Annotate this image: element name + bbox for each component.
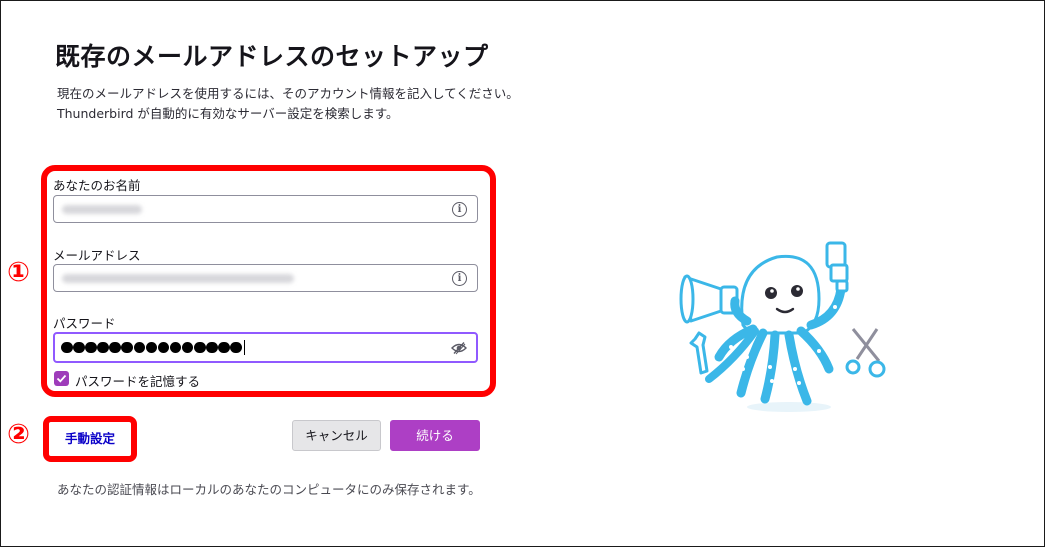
password-mask-dot xyxy=(121,341,133,354)
octopus-mascot-illustration xyxy=(679,241,886,412)
continue-button[interactable]: 続ける xyxy=(390,420,480,451)
password-mask-dot xyxy=(206,341,218,354)
email-input[interactable]: i xyxy=(53,264,478,292)
remember-password-label[interactable]: パスワードを記憶する xyxy=(75,371,200,390)
account-setup-window: 既存のメールアドレスのセットアップ 現在のメールアドレスを使用するには、そのアカ… xyxy=(0,0,1045,547)
checkmark-icon xyxy=(56,374,67,383)
page-title: 既存のメールアドレスのセットアップ xyxy=(55,42,489,71)
eye-slash-icon[interactable] xyxy=(451,341,467,355)
info-icon[interactable]: i xyxy=(452,271,467,286)
email-value-redacted xyxy=(62,274,294,283)
remember-password-checkbox[interactable] xyxy=(54,371,69,386)
page-description: 現在のメールアドレスを使用するには、そのアカウント情報を記入してください。 Th… xyxy=(57,84,519,124)
password-mask-dot xyxy=(97,341,109,354)
password-mask-dot xyxy=(61,341,73,354)
description-line-2: Thunderbird が自動的に有効なサーバー設定を検索します。 xyxy=(57,106,399,121)
email-label: メールアドレス xyxy=(53,248,141,263)
password-mask-dot xyxy=(230,341,242,354)
password-mask-dot xyxy=(145,341,158,354)
password-mask-dot xyxy=(169,341,182,354)
name-label: あなたのお名前 xyxy=(53,178,141,193)
manual-config-button[interactable]: 手動設定 xyxy=(52,425,128,453)
password-mask-dot xyxy=(157,341,170,354)
password-masked-value xyxy=(61,340,246,355)
name-input[interactable]: i xyxy=(53,195,478,223)
password-mask-dot xyxy=(109,341,121,354)
description-line-1: 現在のメールアドレスを使用するには、そのアカウント情報を記入してください。 xyxy=(57,86,519,101)
password-mask-dot xyxy=(194,341,206,354)
annotation-marker-1: ① xyxy=(7,257,30,288)
password-mask-dot xyxy=(218,341,230,354)
cancel-button[interactable]: キャンセル xyxy=(292,420,381,451)
name-value-redacted xyxy=(62,205,142,214)
password-mask-dot xyxy=(73,341,85,354)
password-input[interactable] xyxy=(53,332,478,363)
password-mask-dot xyxy=(85,341,97,354)
text-caret xyxy=(244,340,246,355)
annotation-marker-2: ② xyxy=(7,419,30,450)
password-label: パスワード xyxy=(53,316,116,331)
password-mask-dot xyxy=(133,341,146,354)
info-icon[interactable]: i xyxy=(452,202,467,217)
password-mask-dot xyxy=(181,341,194,354)
credentials-note: あなたの認証情報はローカルのあなたのコンピュータにのみ保存されます。 xyxy=(57,482,481,497)
